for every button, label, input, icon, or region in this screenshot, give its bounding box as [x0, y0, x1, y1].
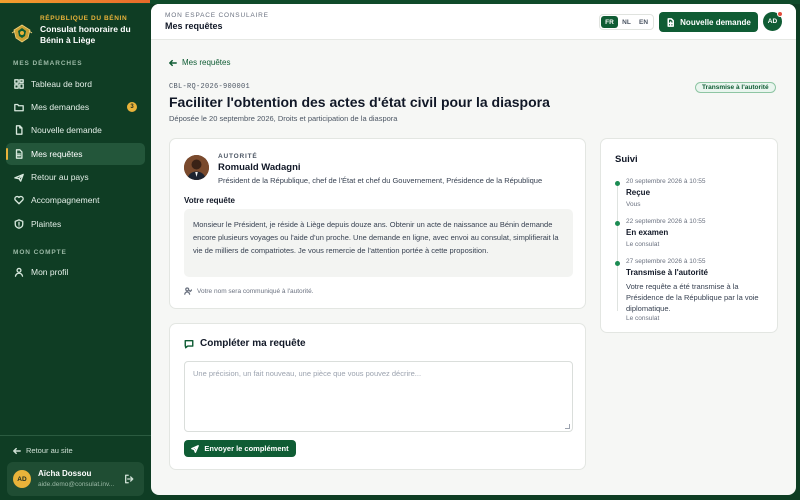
- timeline-date: 22 septembre 2026 à 10:55: [626, 218, 706, 225]
- sidebar-item-accompagnement[interactable]: Accompagnement: [6, 189, 145, 211]
- timeline-actor: Le consulat: [626, 241, 660, 248]
- user-name: Aïcha Dossou: [38, 469, 92, 478]
- tracking-title: Suivi: [615, 154, 638, 165]
- resize-handle[interactable]: [565, 424, 570, 429]
- sidebar-item-label: Accompagnement: [31, 195, 100, 205]
- timeline-dot: [615, 261, 620, 266]
- page-title: Faciliter l'obtention des actes d'état c…: [169, 94, 550, 110]
- sidebar: RÉPUBLIQUE DU BÉNIN Consulat honoraire d…: [0, 4, 151, 500]
- sidebar-item-label: Nouvelle demande: [31, 125, 102, 135]
- notification-dot: [777, 11, 783, 17]
- sidebar-item-label: Mes requêtes: [31, 149, 83, 159]
- sidebar-item-mes-requetes[interactable]: Mes requêtes: [6, 143, 145, 165]
- sidebar-item-retour-au-pays[interactable]: Retour au pays: [6, 166, 145, 188]
- sidebar-item-label: Retour au pays: [31, 172, 89, 182]
- timeline-dot: [615, 181, 620, 186]
- folder-icon: [14, 103, 24, 112]
- user-check-icon: [184, 287, 192, 295]
- grid-icon: [14, 79, 24, 89]
- complement-card: Compléter ma requête Une précision, un f…: [169, 323, 586, 470]
- timeline-title: Reçue: [626, 188, 651, 197]
- tracking-card: Suivi 20 septembre 2026 à 10:55 Reçue Vo…: [600, 138, 778, 333]
- authority-role: Président de la République, chef de l'Ét…: [218, 176, 543, 185]
- timeline-actor: Vous: [626, 201, 641, 208]
- avatar-initials: AD: [767, 18, 778, 25]
- section-label-compte: MON COMPTE: [13, 249, 67, 256]
- lang-en-button[interactable]: EN: [635, 16, 652, 28]
- send-complement-button[interactable]: Envoyer le complément: [184, 440, 296, 457]
- plane-icon: [14, 173, 24, 182]
- request-reference: CBL-RQ-2026-900001: [169, 83, 251, 91]
- timeline-actor: Le consulat: [626, 315, 660, 322]
- count-badge: 3: [127, 102, 137, 112]
- section-label-demarches: MES DÉMARCHES: [13, 60, 83, 67]
- page-title-topbar: Mes requêtes: [165, 21, 223, 31]
- person-portrait-icon: [184, 155, 209, 180]
- complement-title: Compléter ma requête: [184, 338, 306, 349]
- sidebar-item-label: Tableau de bord: [31, 79, 92, 89]
- brand-name: Consulat honoraire du Bénin à Liège: [40, 24, 131, 45]
- new-request-button[interactable]: Nouvelle demande: [659, 12, 758, 32]
- sidebar-item-mes-demandes[interactable]: Mes demandes 3: [6, 96, 145, 118]
- topbar-kicker: MON ESPACE CONSULAIRE: [165, 12, 269, 19]
- lang-nl-button[interactable]: NL: [618, 16, 635, 28]
- timeline-date: 27 septembre 2026 à 10:55: [626, 258, 706, 265]
- arrow-left-icon: [169, 59, 177, 66]
- brand-kicker: RÉPUBLIQUE DU BÉNIN: [40, 15, 128, 22]
- lang-fr-button[interactable]: FR: [601, 16, 618, 28]
- timeline-title: Transmise à l'autorité: [626, 268, 708, 277]
- anonymity-note-label: Votre nom sera communiqué à l'autorité.: [197, 287, 314, 295]
- request-card: AUTORITÉ Romuald Wadagni Président de la…: [169, 138, 586, 309]
- file-plus-icon: [667, 17, 675, 27]
- timeline-date: 20 septembre 2026 à 10:55: [626, 178, 706, 185]
- sidebar-item-label: Plaintes: [31, 219, 62, 229]
- authority-name: Romuald Wadagni: [218, 162, 301, 173]
- message-square-icon: [184, 339, 194, 348]
- complement-title-label: Compléter ma requête: [200, 338, 306, 349]
- timeline-dot: [615, 221, 620, 226]
- timeline-line: [617, 181, 618, 311]
- user-email: aide.demo@consulat.inv...: [38, 481, 115, 488]
- request-section-title: Votre requête: [184, 196, 235, 205]
- alert-shield-icon: [14, 219, 24, 229]
- avatar[interactable]: AD: [763, 11, 783, 31]
- logout-icon[interactable]: [124, 474, 134, 484]
- breadcrumb-label: Mes requêtes: [182, 58, 231, 67]
- complement-textarea[interactable]: Une précision, un fait nouveau, une pièc…: [184, 361, 573, 432]
- anonymity-note: Votre nom sera communiqué à l'autorité.: [184, 287, 314, 295]
- arrow-left-icon: [13, 447, 21, 454]
- topbar: MON ESPACE CONSULAIRE Mes requêtes FR NL…: [151, 4, 796, 40]
- send-icon: [191, 444, 200, 453]
- breadcrumb-back-link[interactable]: Mes requêtes: [169, 58, 230, 67]
- heart-handshake-icon: [14, 195, 24, 205]
- new-request-label: Nouvelle demande: [680, 17, 751, 27]
- sidebar-item-mon-profil[interactable]: Mon profil: [6, 261, 145, 283]
- user-icon: [14, 267, 24, 277]
- user-card[interactable]: AD Aïcha Dossou aide.demo@consulat.inv..…: [7, 462, 144, 496]
- send-complement-label: Envoyer le complément: [204, 444, 289, 453]
- complement-placeholder: Une précision, un fait nouveau, une pièc…: [193, 369, 422, 378]
- user-avatar: AD: [13, 470, 31, 488]
- main-panel: MON ESPACE CONSULAIRE Mes requêtes FR NL…: [151, 4, 796, 495]
- authority-kicker: AUTORITÉ: [218, 153, 258, 160]
- timeline-text: Votre requête a été transmise à la Prési…: [626, 282, 759, 313]
- document-icon: [15, 149, 23, 159]
- page-subtitle: Déposée le 20 septembre 2026, Droits et …: [169, 114, 398, 123]
- sidebar-item-nouvelle-demande[interactable]: Nouvelle demande: [6, 119, 145, 141]
- language-switcher: FR NL EN: [599, 14, 654, 30]
- brand[interactable]: RÉPUBLIQUE DU BÉNIN Consulat honoraire d…: [10, 15, 148, 55]
- timeline-title: En examen: [626, 228, 669, 237]
- sidebar-item-tableau-de-bord[interactable]: Tableau de bord: [6, 73, 145, 95]
- sidebar-item-label: Mes demandes: [31, 102, 90, 112]
- back-to-site-label: Retour au site: [26, 446, 73, 455]
- coat-of-arms-icon: [11, 24, 33, 43]
- status-badge: Transmise à l'autorité: [695, 82, 776, 93]
- file-icon: [15, 125, 23, 135]
- authority-photo: [184, 155, 209, 180]
- sidebar-item-plaintes[interactable]: Plaintes: [6, 213, 145, 235]
- request-message: Monsieur le Président, je réside à Liège…: [184, 209, 573, 277]
- sidebar-divider: [0, 435, 151, 436]
- sidebar-item-label: Mon profil: [31, 267, 69, 277]
- back-to-site-link[interactable]: Retour au site: [13, 446, 73, 455]
